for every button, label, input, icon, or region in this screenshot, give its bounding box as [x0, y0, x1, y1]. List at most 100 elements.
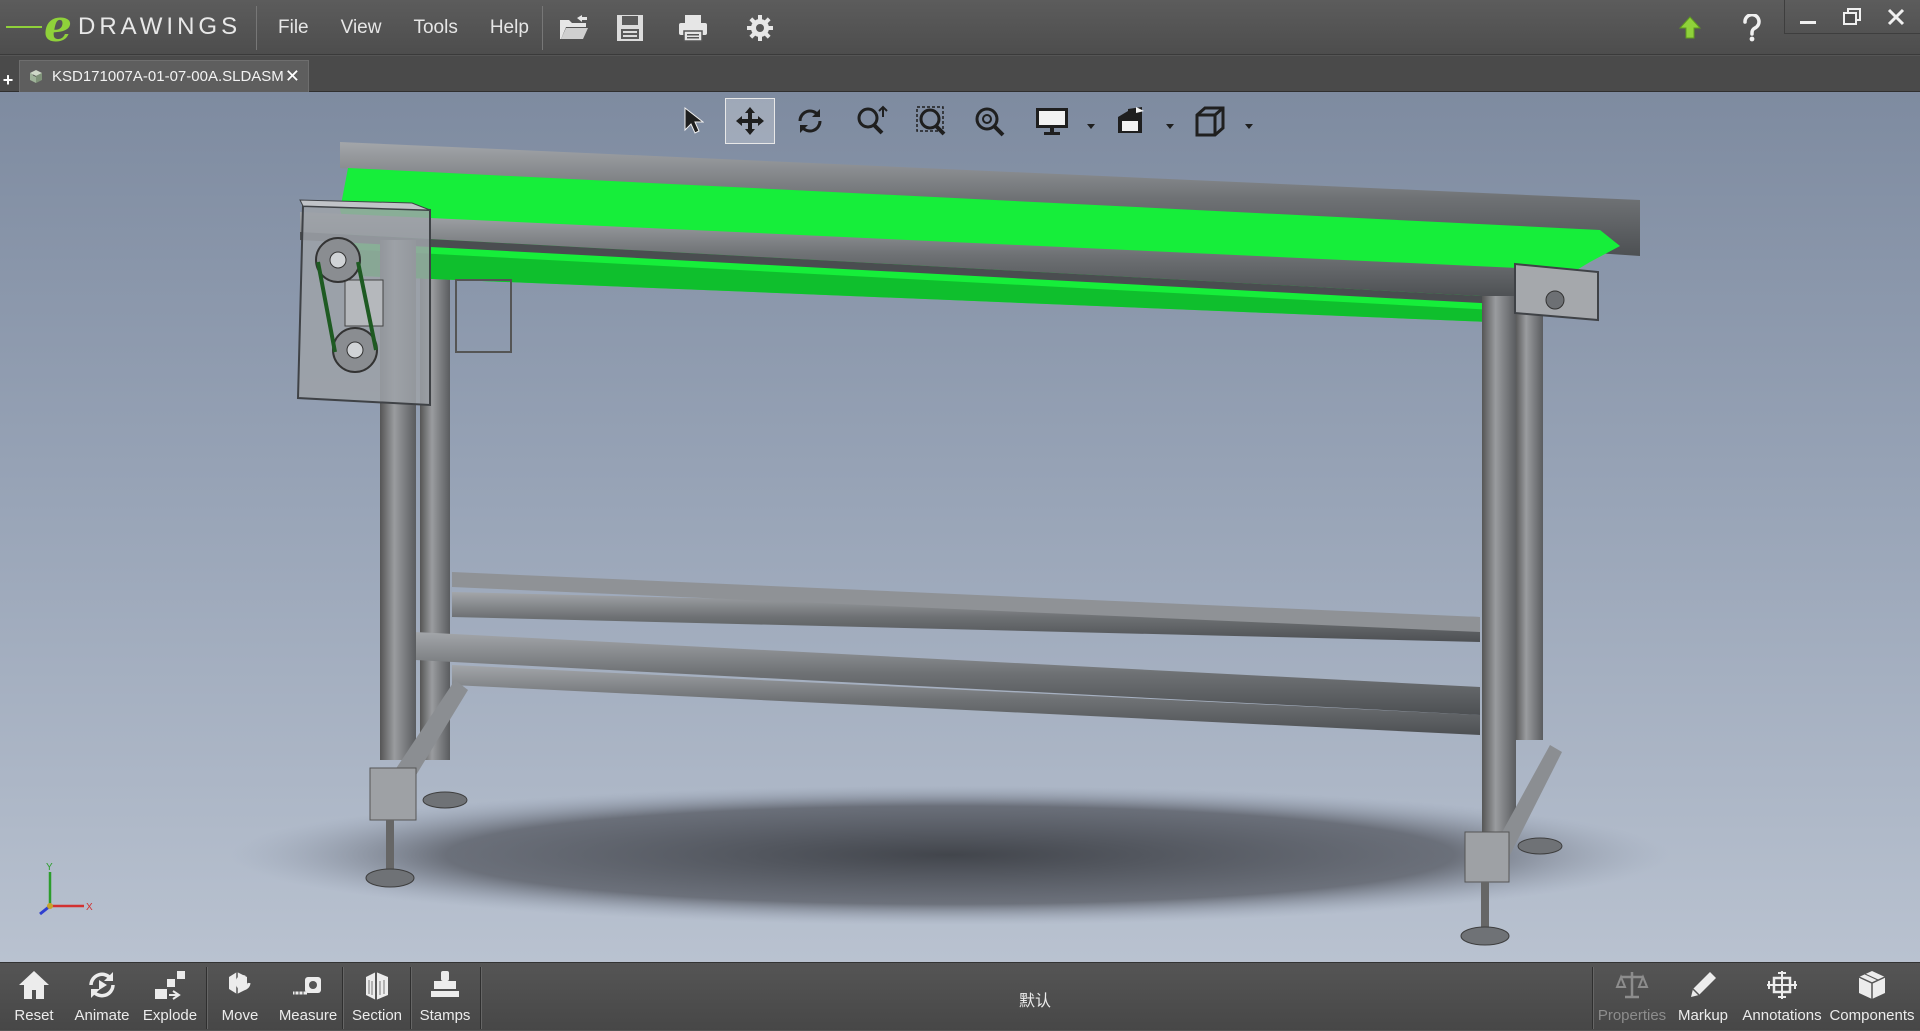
gear-icon	[747, 15, 773, 41]
annotations-label: Annotations	[1742, 1007, 1822, 1024]
configuration-name[interactable]: 默认	[990, 987, 1080, 1011]
toolbar-divider	[480, 967, 481, 1029]
section-label: Section	[351, 1007, 403, 1024]
save-button[interactable]	[610, 8, 650, 48]
zoom-to-fit-icon	[857, 105, 888, 135]
print-icon	[679, 15, 707, 42]
leveling-foot	[422, 791, 468, 809]
menu-bar: e DRAWINGS File View Tools Help	[0, 0, 1920, 55]
divider	[542, 6, 543, 50]
save-icon	[617, 15, 643, 41]
annotations-button[interactable]: Annotations	[1738, 963, 1826, 1031]
select-icon	[684, 106, 704, 134]
annotations-icon	[1767, 971, 1797, 999]
settings-button[interactable]	[740, 8, 780, 48]
explode-label: Explode	[142, 1007, 198, 1024]
view-orientation-tool[interactable]	[1110, 98, 1154, 144]
measure-button[interactable]: Measure	[274, 963, 342, 1031]
pan-tool[interactable]	[725, 98, 775, 144]
foot-bracket-left	[369, 767, 417, 821]
move-button[interactable]: Move	[206, 963, 274, 1031]
measure-icon	[293, 977, 321, 995]
explode-button[interactable]: Explode	[136, 963, 204, 1031]
view-orientation-icon	[1118, 107, 1144, 133]
stamps-label: Stamps	[419, 1007, 471, 1024]
logo-line	[6, 26, 42, 28]
section-icon	[366, 972, 388, 1000]
stamps-button[interactable]: Stamps	[411, 963, 479, 1031]
divider	[256, 6, 257, 50]
components-button[interactable]: Components	[1826, 963, 1918, 1031]
new-tab-button[interactable]: +	[0, 70, 16, 90]
measure-label: Measure	[278, 1007, 338, 1024]
leveling-foot	[1517, 837, 1563, 855]
display-style-tool[interactable]	[1030, 98, 1074, 144]
chevron-down-icon	[1166, 124, 1174, 129]
foot-stem	[386, 820, 394, 870]
zoom-tool[interactable]	[968, 98, 1012, 144]
chevron-down-icon	[1245, 124, 1253, 129]
view-orientation-dropdown[interactable]	[1165, 118, 1175, 129]
close-tab-icon[interactable]: ✕	[285, 66, 300, 86]
help-icon	[1743, 14, 1761, 42]
animate-label: Animate	[74, 1007, 130, 1024]
triad-y-label: Y	[46, 862, 53, 873]
menu-tools[interactable]: Tools	[397, 0, 473, 55]
components-icon	[1858, 971, 1886, 999]
logo-name: DRAWINGS	[78, 13, 242, 40]
window-controls	[1784, 0, 1920, 34]
reset-label: Reset	[14, 1007, 54, 1024]
menu-file[interactable]: File	[262, 0, 325, 55]
open-button[interactable]	[554, 8, 594, 48]
axis-triad: Y X	[39, 862, 93, 916]
standard-views-tool[interactable]	[1188, 98, 1232, 144]
close-window-button[interactable]	[1875, 2, 1917, 32]
leveling-foot	[365, 868, 415, 888]
tab-assembly[interactable]: KSD171007A-01-07-00A.SLDASM ✕	[19, 60, 309, 92]
end-roller	[1545, 290, 1565, 310]
print-button[interactable]	[673, 8, 713, 48]
foot-bracket-right	[1464, 831, 1510, 883]
reset-button[interactable]: Reset	[0, 963, 68, 1031]
restore-button[interactable]	[1831, 2, 1873, 32]
markup-button[interactable]: Markup	[1668, 963, 1738, 1031]
select-tool[interactable]	[672, 98, 712, 144]
triad-x-label: X	[86, 902, 93, 913]
properties-button[interactable]: Properties	[1596, 963, 1668, 1031]
move-icon	[229, 972, 251, 994]
zoom-to-area-tool[interactable]	[910, 98, 954, 144]
markup-label: Markup	[1677, 1007, 1729, 1024]
menu-help[interactable]: Help	[474, 0, 545, 55]
animate-button[interactable]: Animate	[68, 963, 136, 1031]
restore-icon	[1843, 8, 1861, 25]
stamps-icon	[431, 971, 459, 997]
minimize-button[interactable]	[1787, 2, 1829, 32]
tab-label: KSD171007A-01-07-00A.SLDASM	[52, 68, 284, 85]
home-icon	[19, 971, 49, 999]
leg-back-right	[1515, 310, 1543, 740]
pan-icon	[736, 107, 764, 135]
minimize-icon	[1800, 21, 1816, 24]
main-menu: File View Tools Help	[262, 0, 545, 55]
upgrade-button[interactable]	[1670, 8, 1710, 48]
logo-letter: e	[44, 1, 72, 52]
assembly-file-icon	[30, 69, 42, 83]
rotate-tool[interactable]	[788, 98, 832, 144]
section-button[interactable]: Section	[343, 963, 411, 1031]
standard-views-dropdown[interactable]	[1244, 118, 1254, 129]
leg-front-right	[1482, 296, 1516, 836]
display-style-dropdown[interactable]	[1086, 118, 1096, 129]
components-label: Components	[1829, 1007, 1915, 1024]
zoom-to-fit-tool[interactable]	[850, 98, 894, 144]
rotate-icon	[798, 109, 822, 133]
display-style-icon	[1036, 108, 1068, 135]
pencil-icon	[1691, 972, 1716, 997]
cube-icon	[1195, 106, 1225, 137]
drive-pulley-bottom-hub	[346, 341, 364, 359]
menu-view[interactable]: View	[325, 0, 398, 55]
model-viewport[interactable]: Y X	[0, 92, 1920, 962]
properties-label: Properties	[1597, 1007, 1667, 1024]
help-button[interactable]	[1732, 8, 1772, 48]
toolbar-divider	[1592, 967, 1593, 1029]
close-icon	[1887, 8, 1905, 26]
